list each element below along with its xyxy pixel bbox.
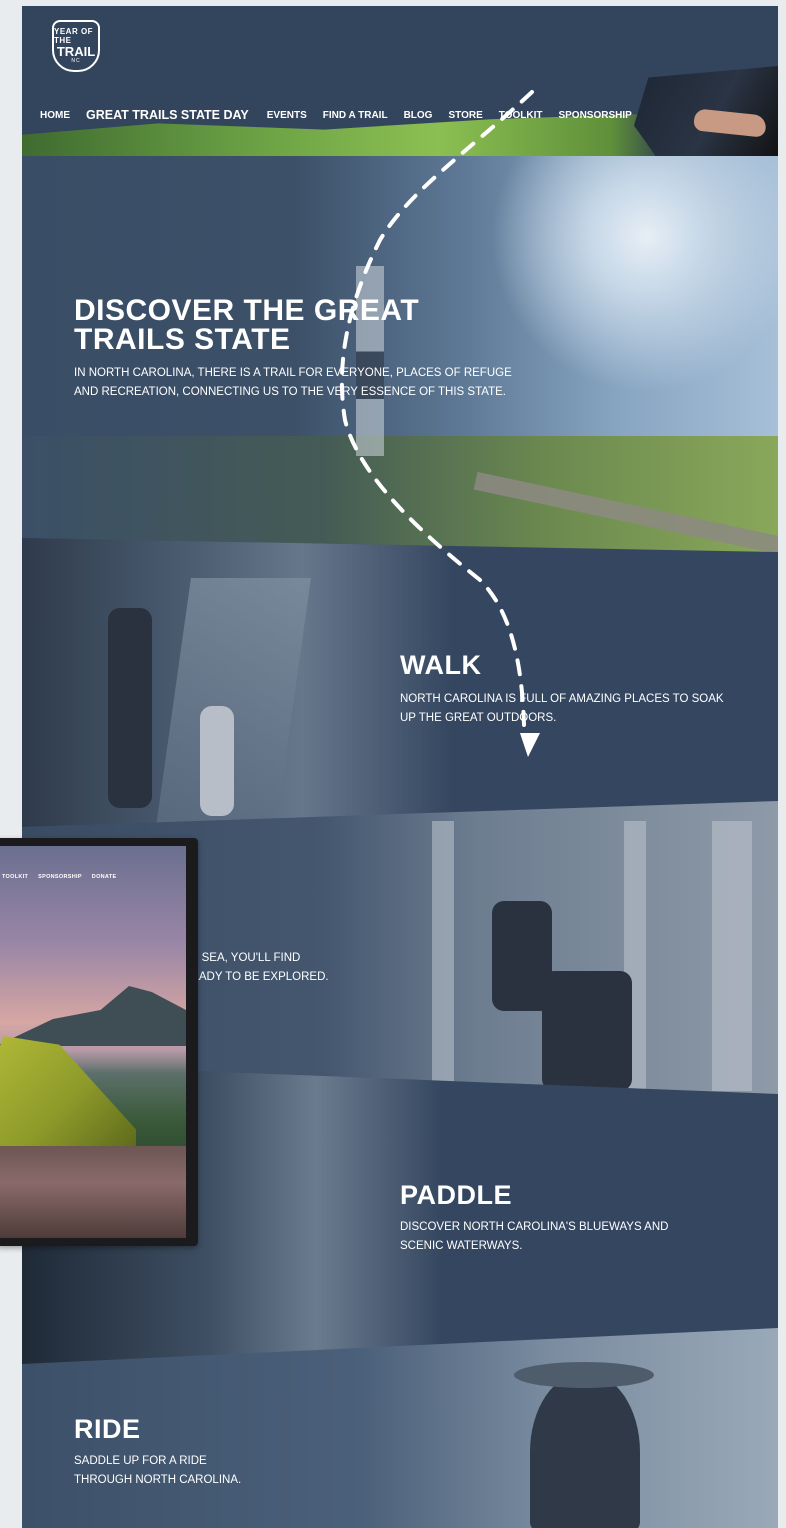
- paddle-title: PADDLE: [400, 1180, 513, 1210]
- nav-sponsorship[interactable]: SPONSORSHIP: [558, 110, 631, 121]
- hero-description: IN NORTH CAROLINA, THERE IS A TRAIL FOR …: [74, 367, 512, 398]
- nav-blog[interactable]: BLOG: [404, 110, 433, 121]
- inset-nav-toolkit[interactable]: TOOLKIT: [2, 874, 28, 880]
- logo-line-3: NC: [71, 58, 81, 64]
- site-header: YEAR OF THE TRAIL NC HOME GREAT TRAILS S…: [22, 6, 778, 166]
- site-logo[interactable]: YEAR OF THE TRAIL NC: [52, 20, 100, 72]
- inset-nav-sponsorship[interactable]: SPONSORSHIP: [38, 874, 82, 880]
- mountain-biker: [542, 971, 632, 1091]
- logo-line-2: TRAIL: [56, 44, 96, 59]
- walking-father: [108, 608, 152, 808]
- inset-rock: [0, 1146, 186, 1238]
- nav-toolkit[interactable]: TOOLKIT: [499, 110, 543, 121]
- hero-section: DISCOVER THE GREAT TRAILS STATE IN NORTH…: [22, 156, 778, 576]
- walk-title: WALK: [400, 650, 482, 680]
- rider-hat: [514, 1362, 654, 1388]
- horse-rider: [530, 1372, 640, 1528]
- inset-screen: TOOLKIT SPONSORSHIP DONATE: [0, 846, 186, 1238]
- nav-great-trails-state-day[interactable]: GREAT TRAILS STATE DAY: [86, 108, 249, 122]
- inset-nav: TOOLKIT SPONSORSHIP DONATE: [2, 874, 126, 880]
- nav-events[interactable]: EVENTS: [267, 110, 307, 121]
- forest-tree: [712, 821, 752, 1091]
- hero-title: DISCOVER THE GREAT TRAILS STATE: [74, 294, 420, 356]
- walk-description: NORTH CAROLINA IS FULL OF AMAZING PLACES…: [400, 693, 724, 724]
- ride-description: SADDLE UP FOR A RIDE THROUGH NORTH CAROL…: [74, 1455, 242, 1486]
- nav-find-a-trail[interactable]: FIND A TRAIL: [323, 110, 388, 121]
- walking-child: [200, 706, 234, 816]
- hand-photo: [634, 66, 778, 162]
- nav-store[interactable]: STORE: [448, 110, 482, 121]
- logo-line-1: YEAR OF THE: [54, 27, 94, 45]
- nav-home[interactable]: HOME: [40, 110, 70, 121]
- forest-tree: [432, 821, 454, 1091]
- ride-title: RIDE: [74, 1414, 141, 1444]
- walk-section: WALK NORTH CAROLINA IS FULL OF AMAZING P…: [22, 538, 778, 838]
- inset-mountain: [0, 986, 186, 1046]
- inset-nav-donate[interactable]: DONATE: [92, 874, 117, 880]
- main-nav: HOME GREAT TRAILS STATE DAY EVENTS FIND …: [40, 108, 632, 122]
- paddle-description: DISCOVER NORTH CAROLINA'S BLUEWAYS AND S…: [400, 1221, 669, 1252]
- landing-page: YEAR OF THE TRAIL NC HOME GREAT TRAILS S…: [22, 6, 778, 1528]
- inset-device-screenshot: TOOLKIT SPONSORSHIP DONATE: [0, 838, 198, 1246]
- inset-tent: [0, 1036, 136, 1146]
